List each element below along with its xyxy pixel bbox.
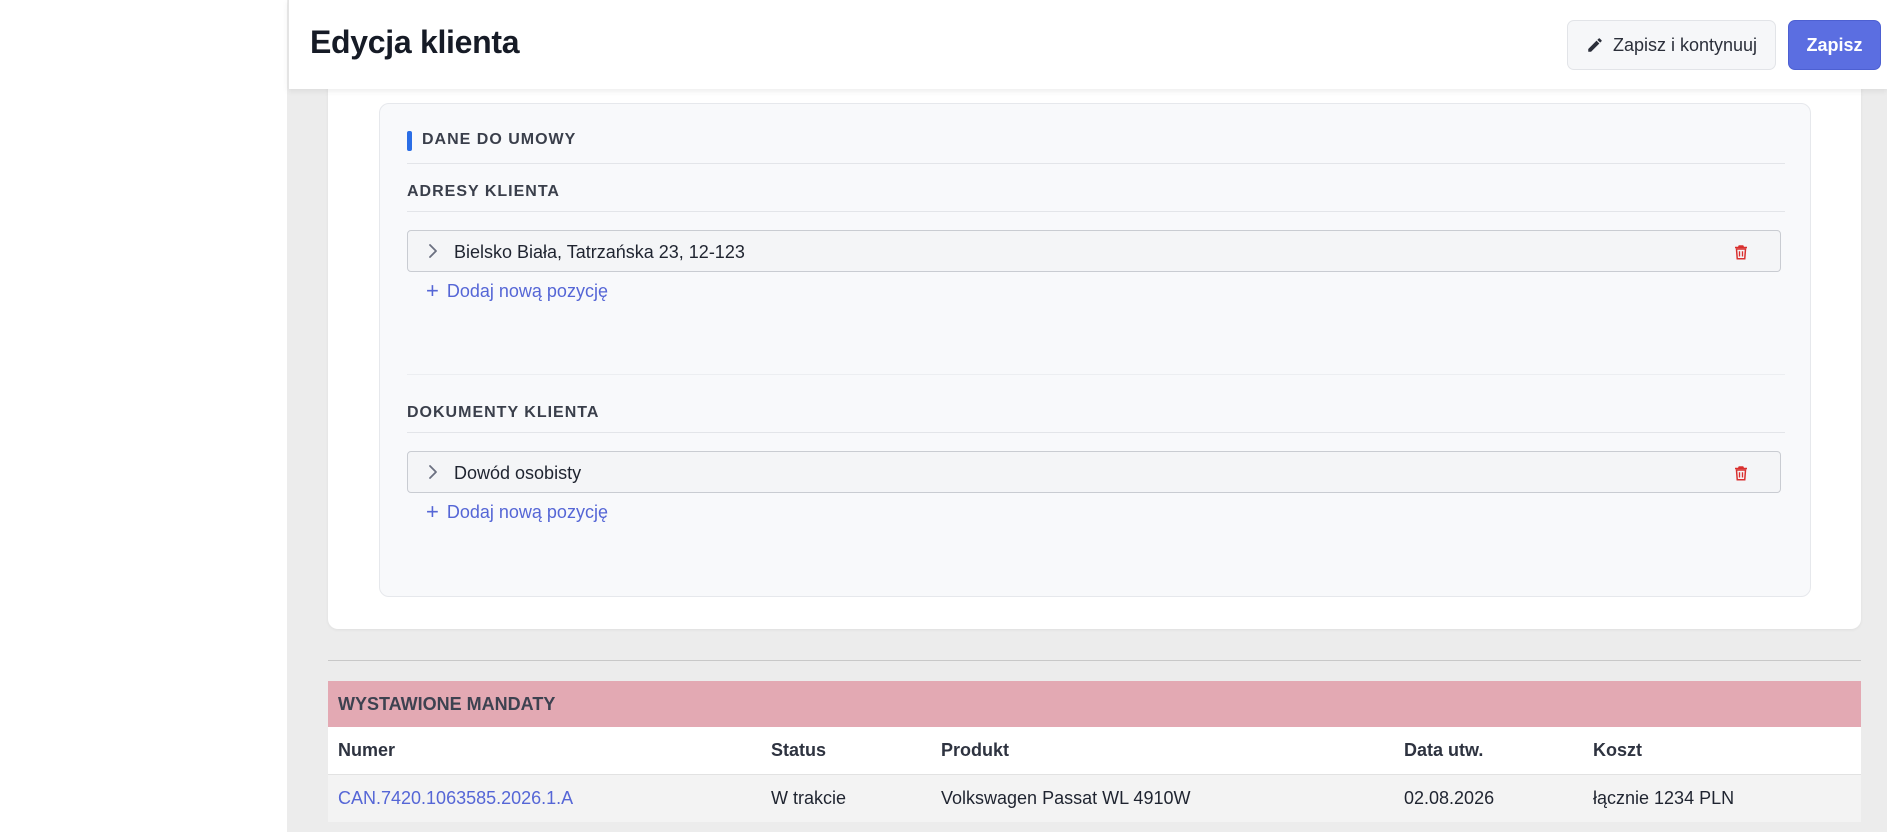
section-divider bbox=[407, 374, 1785, 375]
left-blank-area bbox=[0, 0, 287, 832]
plus-icon: + bbox=[426, 278, 439, 303]
document-item-text: Dowód osobisty bbox=[454, 463, 582, 483]
column-header-product: Produkt bbox=[941, 740, 1010, 760]
chevron-right-icon[interactable] bbox=[425, 464, 441, 480]
mandate-cost: łącznie 1234 PLN bbox=[1593, 788, 1735, 808]
mandate-status: W trakcie bbox=[771, 788, 847, 808]
column-header-number: Numer bbox=[338, 740, 396, 760]
column-header-cost: Koszt bbox=[1593, 740, 1642, 760]
mandate-product: Volkswagen Passat WL 4910W bbox=[941, 788, 1191, 808]
address-item[interactable]: Bielsko Biała, Tatrzańska 23, 12-123 bbox=[407, 230, 1781, 272]
contract-section-header: DANE DO UMOWY bbox=[407, 128, 1785, 164]
trash-icon[interactable] bbox=[1732, 464, 1750, 482]
document-item[interactable]: Dowód osobisty bbox=[407, 451, 1781, 493]
save-and-continue-button[interactable]: Zapisz i kontynuuj bbox=[1567, 20, 1776, 70]
mandate-created-date: 02.08.2026 bbox=[1404, 788, 1495, 808]
section-accent-bar bbox=[407, 131, 412, 151]
column-header-status: Status bbox=[771, 740, 827, 760]
contract-data-panel: DANE DO UMOWY ADRESY KLIENTA Bielsko Bia… bbox=[379, 103, 1811, 597]
documents-title: DOKUMENTY KLIENTA bbox=[407, 397, 1785, 433]
mandates-table: WYSTAWIONE MANDATY Numer Status Produkt … bbox=[328, 681, 1861, 822]
address-item-text: Bielsko Biała, Tatrzańska 23, 12-123 bbox=[454, 242, 745, 262]
page-header: Edycja klienta Zapisz i kontynuuj Zapisz bbox=[288, 0, 1887, 89]
plus-icon: + bbox=[426, 499, 439, 524]
save-button[interactable]: Zapisz bbox=[1788, 20, 1881, 70]
pencil-icon bbox=[1588, 38, 1602, 52]
add-address-link[interactable]: + Dodaj nową pozycję bbox=[426, 279, 608, 303]
add-address-label: Dodaj nową pozycję bbox=[446, 280, 608, 301]
add-document-link[interactable]: + Dodaj nową pozycję bbox=[426, 500, 608, 524]
contract-section-title: DANE DO UMOWY bbox=[422, 131, 577, 148]
table-header: Numer Status Produkt Data utw. Koszt bbox=[328, 727, 1861, 775]
table-row: CAN.7420.1063585.2026.1.A W trakcie Volk… bbox=[328, 775, 1861, 822]
add-document-label: Dodaj nową pozycję bbox=[446, 501, 608, 522]
client-form-card: DANE DO UMOWY ADRESY KLIENTA Bielsko Bia… bbox=[328, 60, 1861, 629]
chevron-right-icon[interactable] bbox=[425, 243, 441, 259]
column-header-created-date: Data utw. bbox=[1404, 740, 1484, 760]
section-separator bbox=[328, 660, 1861, 661]
addresses-title: ADRESY KLIENTA bbox=[407, 176, 1785, 212]
page-title: Edycja klienta bbox=[310, 24, 520, 60]
mandate-number-link[interactable]: CAN.7420.1063585.2026.1.A bbox=[338, 775, 573, 822]
mandates-title: WYSTAWIONE MANDATY bbox=[328, 681, 1861, 727]
trash-icon[interactable] bbox=[1732, 243, 1750, 261]
save-and-continue-label: Zapisz i kontynuuj bbox=[1612, 34, 1758, 55]
